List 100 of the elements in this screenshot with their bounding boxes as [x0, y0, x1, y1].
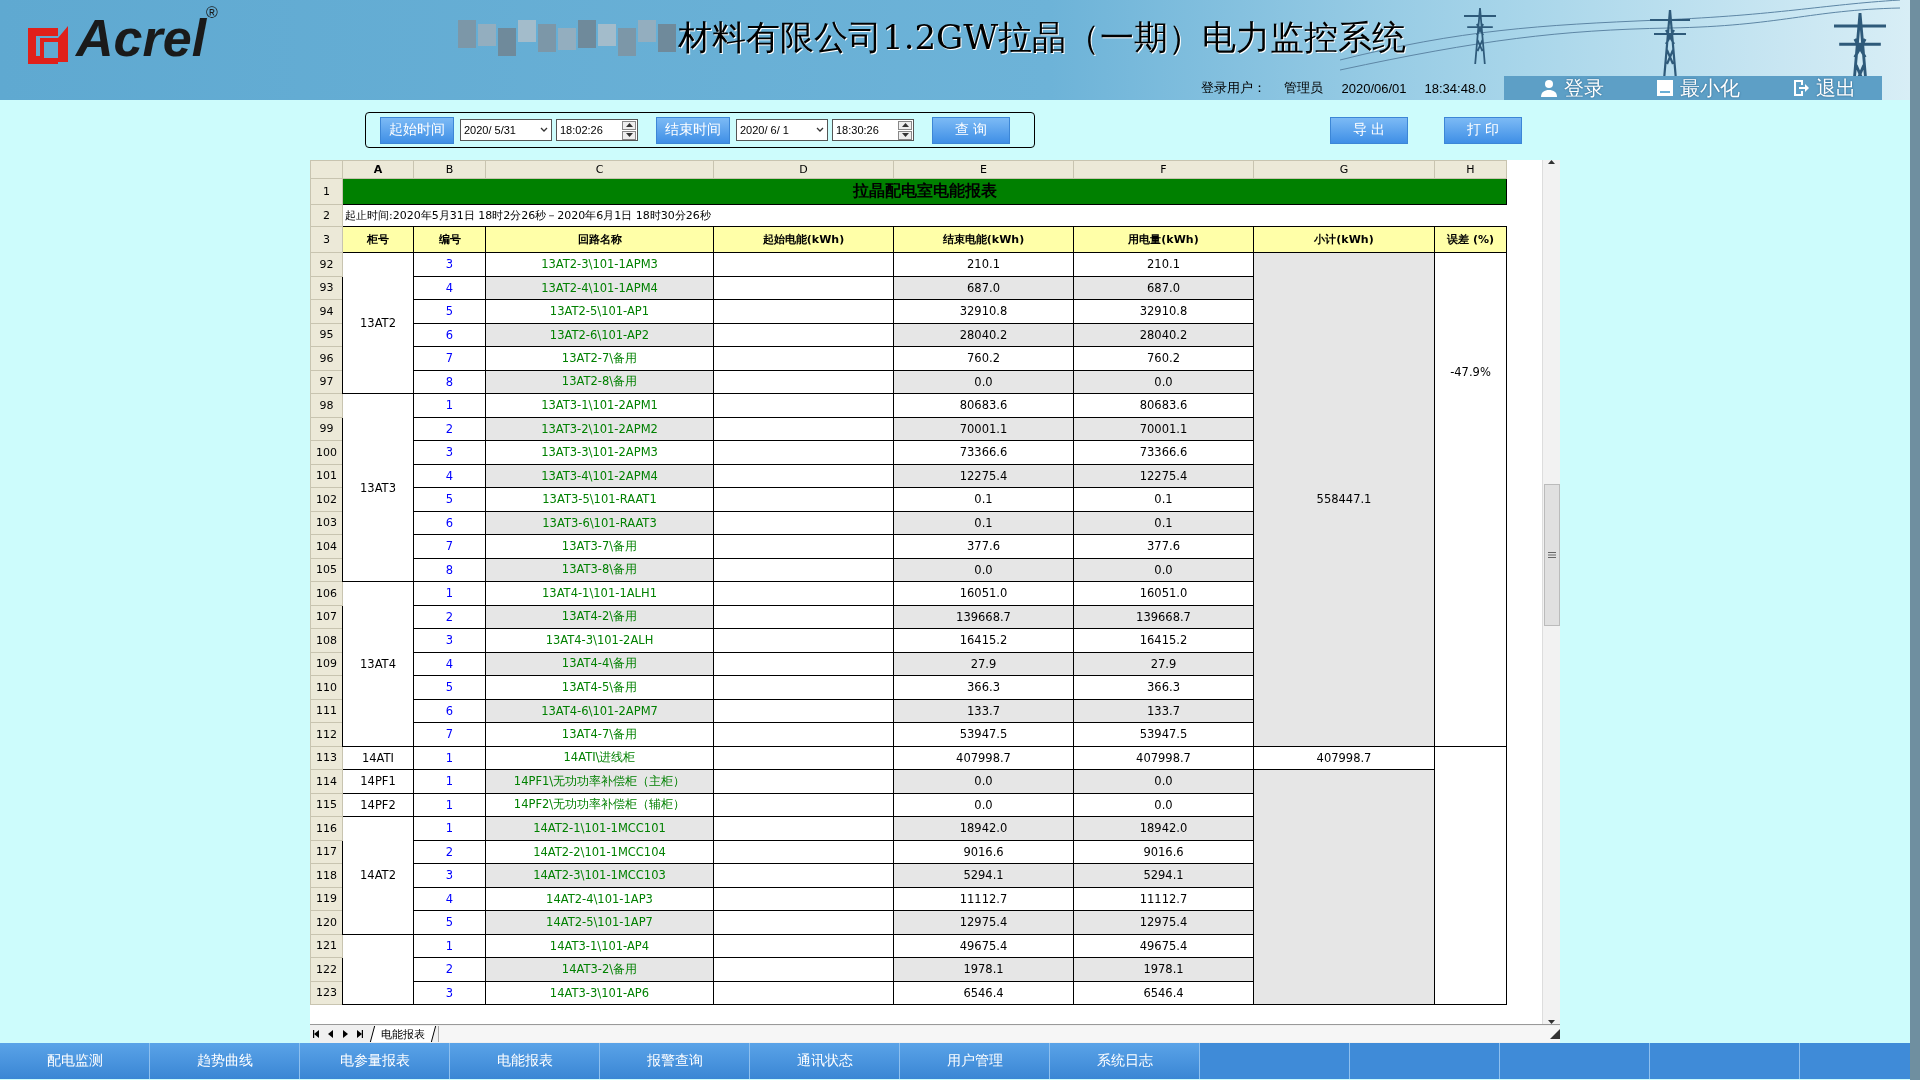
table-cell: 1978.1 — [893, 957, 1074, 981]
row-header[interactable]: 111 — [310, 699, 343, 723]
table-cell: 13AT4-7\备用 — [485, 722, 714, 746]
arrow-down-icon — [1548, 1020, 1555, 1024]
row-header[interactable]: 115 — [310, 793, 343, 817]
row-header[interactable]: 106 — [310, 581, 343, 605]
table-header: 误差 (%) — [1434, 226, 1507, 253]
table-cell: 13AT3-8\备用 — [485, 558, 714, 582]
current-time: 18:34:48.0 — [1424, 80, 1486, 96]
user-icon — [1540, 79, 1558, 97]
row-header[interactable]: 123 — [310, 981, 343, 1005]
table-cell: 14AT2 — [342, 816, 414, 934]
chevron-down-icon[interactable] — [540, 127, 548, 133]
table-cell: 13AT2-7\备用 — [485, 346, 714, 370]
row-header[interactable]: 2 — [310, 204, 343, 227]
table-cell: 0.0 — [893, 793, 1074, 817]
date-select[interactable]: 2020/ 6/ 1 — [736, 119, 828, 141]
table-cell: 18942.0 — [1073, 816, 1254, 840]
table-cell: 27.9 — [893, 652, 1074, 676]
current-date: 2020/06/01 — [1341, 80, 1407, 96]
row-header[interactable]: 105 — [310, 558, 343, 582]
prev-sheet-icon — [327, 1030, 335, 1038]
row-header[interactable]: 119 — [310, 887, 343, 911]
table-cell: 0.1 — [893, 511, 1074, 535]
row-header[interactable]: 101 — [310, 464, 343, 488]
table-cell: 53947.5 — [1073, 722, 1254, 746]
table-cell: 0.0 — [1073, 558, 1254, 582]
column-header[interactable]: B — [413, 160, 486, 179]
table-cell: 18942.0 — [893, 816, 1074, 840]
table-cell: 13AT4-6\101-2APM7 — [485, 699, 714, 723]
table-header: 小计(kWh) — [1253, 226, 1435, 253]
table-cell: 1978.1 — [1073, 957, 1254, 981]
table-cell: 14AT2-2\101-1MCC104 — [485, 840, 714, 864]
table-cell: 5294.1 — [893, 863, 1074, 887]
scroll-thumb[interactable] — [1543, 484, 1560, 626]
spin-up-button[interactable] — [622, 120, 636, 130]
row-header[interactable]: 117 — [310, 840, 343, 864]
row-header[interactable]: 98 — [310, 393, 343, 417]
chevron-down-icon[interactable] — [816, 127, 824, 133]
table-cell: 366.3 — [1073, 675, 1254, 699]
spin-down-button[interactable] — [622, 130, 636, 140]
column-header[interactable]: H — [1434, 160, 1507, 179]
row-header[interactable]: 100 — [310, 440, 343, 464]
table-cell: 53947.5 — [893, 722, 1074, 746]
sheet-tab[interactable]: 电能报表 — [369, 1026, 437, 1042]
row-header[interactable]: 96 — [310, 346, 343, 370]
row-header[interactable]: 92 — [310, 252, 343, 276]
row-header[interactable]: 113 — [310, 746, 343, 770]
row-header[interactable]: 122 — [310, 957, 343, 981]
table-cell: 366.3 — [893, 675, 1074, 699]
column-header[interactable]: A — [342, 160, 414, 179]
system-title: 材料有限公司1.2GW拉晶（一期）电力监控系统 — [678, 16, 1407, 59]
spin-down-button[interactable] — [898, 130, 912, 140]
row-header[interactable]: 103 — [310, 511, 343, 535]
row-header[interactable]: 110 — [310, 675, 343, 699]
row-header[interactable]: 93 — [310, 276, 343, 300]
row-header[interactable]: 3 — [310, 226, 343, 253]
arrow-up-icon — [901, 123, 909, 127]
row-header[interactable]: 116 — [310, 816, 343, 840]
table-cell: 28040.2 — [1073, 323, 1254, 347]
column-header[interactable]: D — [713, 160, 894, 179]
row-header[interactable]: 108 — [310, 628, 343, 652]
table-cell: 32910.8 — [1073, 299, 1254, 323]
row-header[interactable]: 95 — [310, 323, 343, 347]
table-cell: 13AT4-5\备用 — [485, 675, 714, 699]
row-header[interactable]: 120 — [310, 910, 343, 934]
row-header[interactable]: 94 — [310, 299, 343, 323]
row-header[interactable]: 109 — [310, 652, 343, 676]
row-header[interactable]: 104 — [310, 534, 343, 558]
table-cell: 0.1 — [1073, 487, 1254, 511]
horizontal-scrollbar[interactable] — [438, 1026, 1560, 1042]
table-cell: 210.1 — [893, 252, 1074, 276]
registered-mark: ® — [206, 4, 218, 21]
row-header[interactable]: 97 — [310, 370, 343, 394]
table-cell: 80683.6 — [1073, 393, 1254, 417]
time-spinner[interactable]: 18:02:26 — [556, 119, 638, 141]
date-select[interactable]: 2020/ 5/31 — [460, 119, 552, 141]
row-header[interactable]: 1 — [310, 178, 343, 205]
column-header[interactable]: G — [1253, 160, 1435, 179]
row-header[interactable]: 112 — [310, 722, 343, 746]
last-sheet-icon — [355, 1030, 363, 1038]
arrow-up-icon — [1548, 160, 1555, 164]
row-header[interactable]: 121 — [310, 934, 343, 958]
table-cell: 13AT4-1\101-1ALH1 — [485, 581, 714, 605]
table-cell: 11112.7 — [893, 887, 1074, 911]
vertical-scrollbar[interactable] — [1542, 160, 1560, 1024]
column-header[interactable]: C — [485, 160, 714, 179]
row-header[interactable]: 107 — [310, 605, 343, 629]
row-header[interactable]: 102 — [310, 487, 343, 511]
column-header[interactable]: E — [893, 160, 1074, 179]
row-header[interactable]: 114 — [310, 769, 343, 793]
user-label: 登录用户： — [1201, 79, 1267, 97]
column-header[interactable]: F — [1073, 160, 1254, 179]
table-cell: 0.0 — [1073, 769, 1254, 793]
table-cell: 14PF1\无功功率补偿柜（主柜） — [485, 769, 714, 793]
time-spinner[interactable]: 18:30:26 — [832, 119, 914, 141]
spin-up-button[interactable] — [898, 120, 912, 130]
row-header[interactable]: 99 — [310, 417, 343, 441]
table-cell: 16051.0 — [1073, 581, 1254, 605]
row-header[interactable]: 118 — [310, 863, 343, 887]
